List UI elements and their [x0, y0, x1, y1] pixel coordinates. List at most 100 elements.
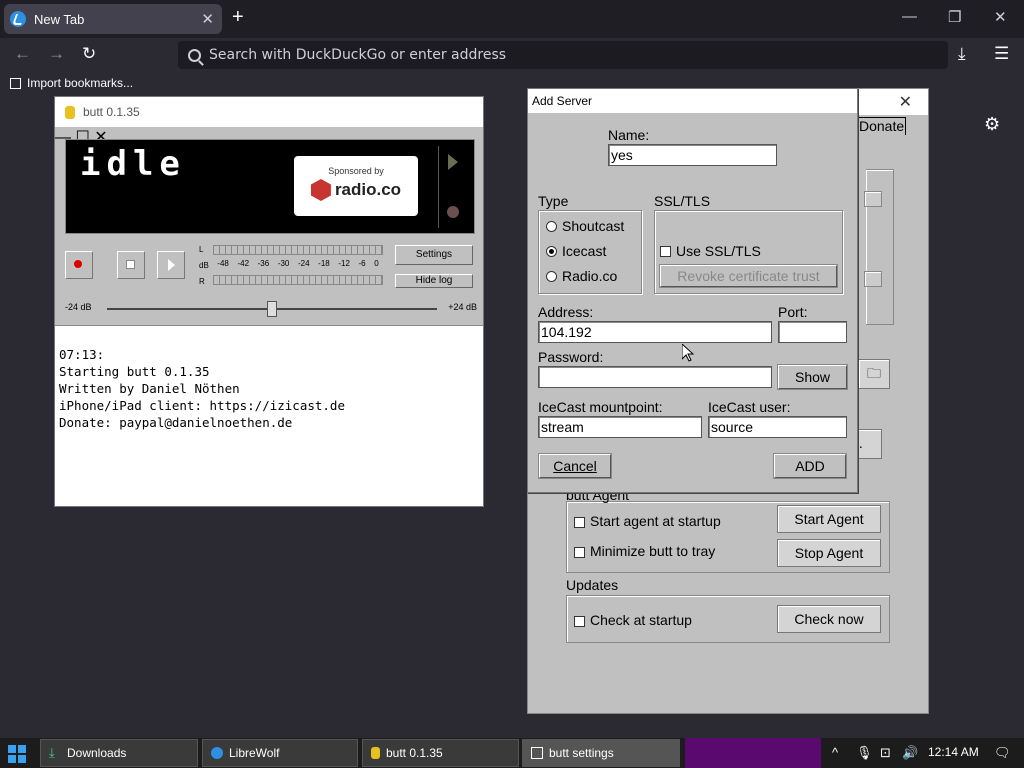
- play-button[interactable]: [157, 251, 185, 279]
- minimize-tray-checkbox[interactable]: Minimize butt to tray: [574, 543, 715, 559]
- cancel-button[interactable]: Cancel: [538, 453, 612, 479]
- vu-scale-tick: -18: [318, 259, 330, 268]
- import-bookmarks-link[interactable]: Import bookmarks...: [27, 76, 133, 90]
- shoutcast-label: Shoutcast: [562, 218, 625, 234]
- tab-close-icon[interactable]: ✕: [201, 10, 214, 28]
- download-icon[interactable]: ⤓: [958, 44, 966, 64]
- address-field[interactable]: 104.192: [538, 321, 772, 343]
- clock[interactable]: 12:14 AM: [928, 745, 979, 759]
- tab-donate[interactable]: Donate: [856, 117, 906, 135]
- taskbar-item-butt-settings[interactable]: butt settings: [522, 739, 680, 767]
- password-field[interactable]: [538, 366, 772, 388]
- name-field[interactable]: yes: [608, 144, 777, 166]
- dialog-title: Add Server: [528, 89, 857, 113]
- sponsor-label: Sponsored by: [328, 166, 384, 176]
- record-button[interactable]: [65, 251, 93, 279]
- taskbar-highlight: [685, 738, 821, 768]
- minimize-icon[interactable]: —: [902, 8, 917, 25]
- play-icon: [168, 259, 175, 271]
- revoke-trust-button[interactable]: Revoke certificate trust: [659, 264, 838, 288]
- sponsor-banner[interactable]: Sponsored by radio.co: [294, 156, 418, 216]
- url-bar[interactable]: [178, 41, 948, 69]
- forward-icon[interactable]: →: [48, 44, 65, 64]
- new-tab-button[interactable]: +: [232, 6, 244, 29]
- windows-start-icon[interactable]: [8, 745, 26, 763]
- vu-bar-left: [213, 245, 383, 255]
- type-label: Type: [538, 193, 569, 209]
- settings-button[interactable]: Settings: [395, 245, 473, 265]
- start-agent-checkbox[interactable]: Start agent at startup: [574, 513, 721, 529]
- vu-scale-tick: -48: [217, 259, 229, 268]
- ssl-label: SSL/TLS: [654, 193, 711, 209]
- record-icon: [74, 260, 82, 268]
- status-text: idle: [80, 144, 186, 184]
- add-button[interactable]: ADD: [773, 453, 847, 479]
- mountpoint-field[interactable]: stream: [538, 416, 702, 438]
- check-startup-checkbox[interactable]: Check at startup: [574, 612, 692, 628]
- butt-title: butt 0.1.35: [83, 105, 140, 119]
- address-label: Address:: [538, 304, 594, 320]
- vu-scale-tick: -36: [257, 259, 270, 268]
- cancel-label: Cancel: [553, 458, 597, 474]
- vu-scale-tick: -6: [358, 259, 366, 268]
- gain-thumb[interactable]: [267, 301, 277, 317]
- tab-new-tab[interactable]: New Tab ✕: [4, 4, 222, 34]
- url-input[interactable]: [209, 47, 909, 63]
- start-agent-button[interactable]: Start Agent: [777, 505, 881, 533]
- taskbar-label: butt settings: [549, 746, 614, 760]
- show-password-button[interactable]: Show: [777, 364, 848, 390]
- gain-slider[interactable]: -24 dB +24 dB: [63, 301, 477, 317]
- start-agent-label: Start agent at startup: [590, 513, 721, 529]
- stop-agent-button[interactable]: Stop Agent: [777, 539, 881, 567]
- tab-title: New Tab: [34, 11, 85, 27]
- volume-icon[interactable]: 🔊: [902, 745, 918, 761]
- vu-db-label: dB: [199, 261, 209, 270]
- taskbar: ⤓ Downloads LibreWolf butt 0.1.35 butt s…: [0, 738, 1024, 768]
- browser-toolbar: ← → ↻ ⤓ ☰: [0, 38, 1024, 72]
- import-icon: [10, 77, 21, 89]
- gain-max-label: +24 dB: [448, 302, 477, 312]
- dropdown-arrow-icon[interactable]: [864, 191, 882, 207]
- vu-right-label: R: [199, 277, 205, 286]
- mountpoint-label: IceCast mountpoint:: [538, 399, 663, 415]
- restore-icon[interactable]: ❐: [948, 8, 961, 26]
- browser-tabstrip: New Tab ✕ + — ❐ ✕: [0, 0, 1024, 38]
- microphone-icon[interactable]: 🎙: [856, 745, 873, 761]
- folder-icon[interactable]: 🗀: [858, 359, 890, 389]
- taskbar-item-downloads[interactable]: ⤓ Downloads: [40, 739, 198, 767]
- stop-icon: [126, 260, 135, 269]
- taskbar-item-butt[interactable]: butt 0.1.35: [362, 739, 519, 767]
- settings-close-icon[interactable]: ✕: [899, 92, 912, 112]
- menu-icon[interactable]: ☰: [994, 44, 1009, 64]
- radio-radioco[interactable]: Radio.co: [546, 268, 617, 284]
- record-indicator-icon: [447, 206, 459, 218]
- icecast-user-field[interactable]: source: [708, 416, 847, 438]
- log-output: 07:13: Starting butt 0.1.35 Written by D…: [55, 325, 483, 506]
- port-field[interactable]: [778, 321, 847, 343]
- vu-scale-tick: -12: [338, 259, 350, 268]
- vu-scale-tick: -30: [277, 259, 290, 268]
- chevron-up-icon[interactable]: ^: [832, 745, 838, 760]
- reload-icon[interactable]: ↻: [82, 44, 96, 64]
- dropdown-arrow-icon[interactable]: [864, 271, 882, 287]
- hide-log-button[interactable]: Hide log: [395, 274, 473, 288]
- radio-icecast[interactable]: Icecast: [546, 243, 606, 259]
- icecast-user-label: IceCast user:: [708, 399, 791, 415]
- check-now-button[interactable]: Check now: [777, 605, 881, 633]
- close-window-icon[interactable]: ✕: [994, 8, 1007, 26]
- gear-icon[interactable]: ⚙: [984, 114, 1000, 135]
- stop-button[interactable]: [117, 251, 145, 279]
- back-icon[interactable]: ←: [14, 44, 31, 64]
- icecast-label: Icecast: [562, 243, 607, 259]
- vu-scale: -48 -42 -36 -30 -24 -18 -12 -6 0: [213, 259, 383, 268]
- radioco-label: Radio.co: [562, 268, 618, 284]
- minimize-tray-label: Minimize butt to tray: [590, 543, 716, 559]
- vu-scale-tick: 0: [374, 259, 379, 268]
- vu-meter: L dB R -48 -42 -36 -30 -24 -18 -12 -6 0: [199, 243, 389, 289]
- use-ssl-checkbox[interactable]: Use SSL/TLS: [660, 243, 761, 259]
- radio-shoutcast[interactable]: Shoutcast: [546, 218, 624, 234]
- notification-icon[interactable]: 🗨: [994, 745, 1011, 761]
- network-icon[interactable]: ⊡: [880, 745, 891, 761]
- use-ssl-label: Use SSL/TLS: [676, 243, 761, 259]
- taskbar-item-librewolf[interactable]: LibreWolf: [202, 739, 358, 767]
